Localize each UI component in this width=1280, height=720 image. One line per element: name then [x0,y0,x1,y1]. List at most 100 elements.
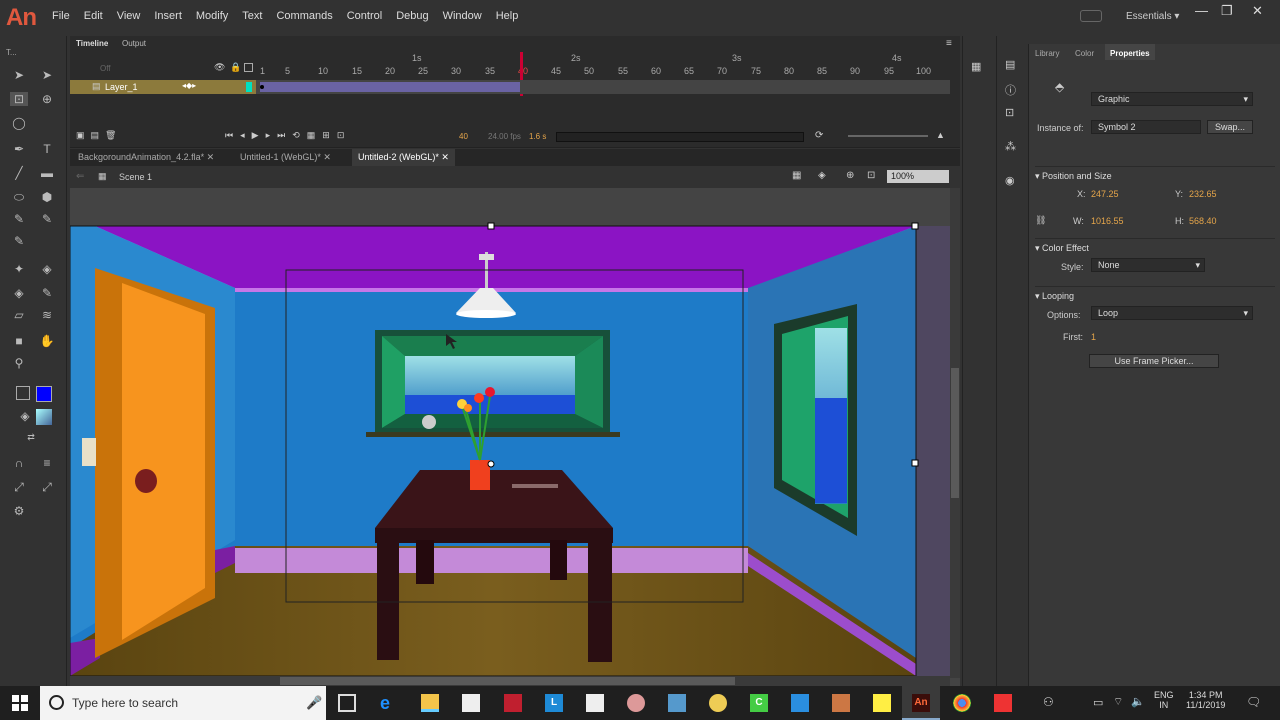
edit-scene-icon[interactable]: ▦ [792,170,801,181]
menu-control[interactable]: Control [347,10,382,22]
menu-debug[interactable]: Debug [396,10,428,22]
battery-icon[interactable]: ▭ [1093,696,1103,709]
pen-tool-icon[interactable]: ✒ [10,142,28,156]
clip-content-icon[interactable]: ⊡ [867,170,875,181]
timeline-scrollbar[interactable] [556,132,804,142]
ink-bottle-icon[interactable]: ◈ [10,286,28,300]
color-style-select[interactable]: None ▾ [1091,258,1205,272]
play-icon[interactable]: ▶ [252,130,259,141]
x-value[interactable]: 247.25 [1091,189,1119,199]
position-size-header[interactable]: ▾ Position and Size [1035,166,1275,182]
refresh-icon[interactable]: ⟳ [815,130,823,141]
cc-libraries-icon[interactable]: ◉ [1005,174,1015,187]
new-layer-icon[interactable]: ▣ [76,130,85,141]
tab-color[interactable]: Color [1075,49,1094,58]
recorder-icon[interactable] [994,694,1012,712]
eyedropper-icon[interactable]: ✎ [38,286,56,300]
align-panel-icon[interactable]: ▦ [971,60,981,73]
screen-app-icon[interactable] [668,694,686,712]
close-icon[interactable]: ✕ [323,152,331,162]
people-icon[interactable]: ⚇ [1043,695,1054,709]
close-icon[interactable]: ✕ [441,152,449,162]
clock[interactable]: 1:34 PM 11/1/2019 [1186,690,1225,710]
back-arrow-icon[interactable]: ⇐ [76,171,84,182]
color-app-icon[interactable] [709,694,727,712]
lasso-tool-icon[interactable]: ◯ [10,116,28,130]
onion-skin-icon[interactable]: ▦ [307,130,316,141]
motion-presets-icon[interactable]: ⁂ [1005,140,1016,153]
microphone-icon[interactable]: 🎤 [306,695,322,711]
mcafee-icon[interactable] [504,694,522,712]
color-effect-header[interactable]: ▾ Color Effect [1035,238,1275,254]
notepad-icon[interactable] [791,694,809,712]
hand-tool-icon[interactable]: ✋ [38,334,56,348]
eraser-icon[interactable]: ▱ [10,308,28,322]
last-frame-icon[interactable]: ⏭ [277,130,285,141]
photo-app-icon[interactable] [832,694,850,712]
new-folder-icon[interactable]: ▤ [91,130,100,141]
camera-tool-icon[interactable]: ■ [10,334,28,348]
brush-tool-icon[interactable]: ✎ [38,212,56,226]
doc-tab-2[interactable]: Untitled-1 (WebGL)* ✕ [240,152,331,163]
room-scene-artwork[interactable] [70,188,960,686]
tab-library[interactable]: Library [1035,49,1059,58]
use-frame-picker-button[interactable]: Use Frame Picker... [1089,354,1219,368]
properties-panel-icon[interactable]: ▤ [1005,58,1015,71]
task-view-icon[interactable] [338,694,356,712]
menu-window[interactable]: Window [443,10,482,22]
rotate-icon[interactable]: ⤢ [38,480,56,494]
swap-button[interactable]: Swap... [1207,120,1253,134]
menu-edit[interactable]: Edit [84,10,103,22]
menu-insert[interactable]: Insert [154,10,182,22]
center-stage-icon[interactable]: ⊕ [846,170,854,181]
oval-tool-icon[interactable]: ⬭ [10,190,28,204]
width-tool-icon[interactable]: ≋ [38,308,56,322]
snap-magnet-icon[interactable]: ∩ [10,456,28,470]
menu-text[interactable]: Text [242,10,262,22]
volume-icon[interactable]: 🔈 [1131,695,1145,708]
rectangle-tool-icon[interactable]: ▬ [38,166,56,180]
line-tool-icon[interactable]: ╱ [10,166,28,180]
store-icon[interactable] [462,694,480,712]
stroke-color-swatch[interactable] [16,386,30,400]
animate-task[interactable]: An [902,686,940,720]
edit-symbol-icon[interactable]: ◈ [818,170,826,181]
menu-view[interactable]: View [117,10,141,22]
first-frame-value[interactable]: 1 [1091,332,1096,342]
tween-span[interactable] [260,82,520,92]
file-explorer-icon[interactable] [421,694,439,712]
w-value[interactable]: 1016.55 [1091,216,1124,226]
loop-icon[interactable]: ⟲ [292,130,300,141]
eye-icon[interactable]: 👁 [214,62,225,73]
language-indicator[interactable]: ENG IN [1154,690,1174,710]
tab-timeline[interactable]: Timeline [76,39,108,48]
zoom-select[interactable]: 100% [887,170,949,183]
workspace-switcher[interactable]: Essentials ▾ [1126,11,1179,22]
instance-name-field[interactable]: Symbol 2 [1091,120,1201,134]
center-frame-icon[interactable]: ⊡ [337,130,345,141]
looping-options-select[interactable]: Loop ▾ [1091,306,1253,320]
maximize-button[interactable]: ❐ [1221,3,1233,19]
text-tool-icon[interactable]: T [38,142,56,156]
mountain-icon[interactable]: ▲ [936,130,945,140]
trash-icon[interactable]: 🗑 [105,130,116,141]
zoom-tool-icon[interactable]: ⚲ [10,356,28,370]
mail-icon[interactable] [586,694,604,712]
vertical-scrollbar[interactable] [950,188,960,678]
scale-icon[interactable]: ⤢ [10,480,28,494]
paint-bucket-icon[interactable]: ◈ [38,262,56,276]
close-icon[interactable]: ✕ [207,152,215,162]
layer-row[interactable]: ▤ Layer_1 ◂◆▸ [70,80,950,94]
doc-tab-3[interactable]: Untitled-2 (WebGL)* ✕ [352,149,455,166]
lock-icon[interactable]: 🔒 [230,62,241,73]
polystar-tool-icon[interactable]: ⬢ [38,190,56,204]
l-app-icon[interactable]: L [545,694,563,712]
tab-properties[interactable]: Properties [1105,44,1155,60]
fill-bucket-icon[interactable]: ◈ [16,409,34,423]
bone-tool-icon[interactable]: ✦ [10,262,28,276]
menu-file[interactable]: File [52,10,70,22]
edit-markers-icon[interactable]: ⊞ [322,130,330,141]
transform-panel-icon[interactable]: ⊡ [1005,106,1014,119]
step-back-icon[interactable]: ◂ [240,130,245,141]
sticky-notes-icon[interactable] [873,694,891,712]
